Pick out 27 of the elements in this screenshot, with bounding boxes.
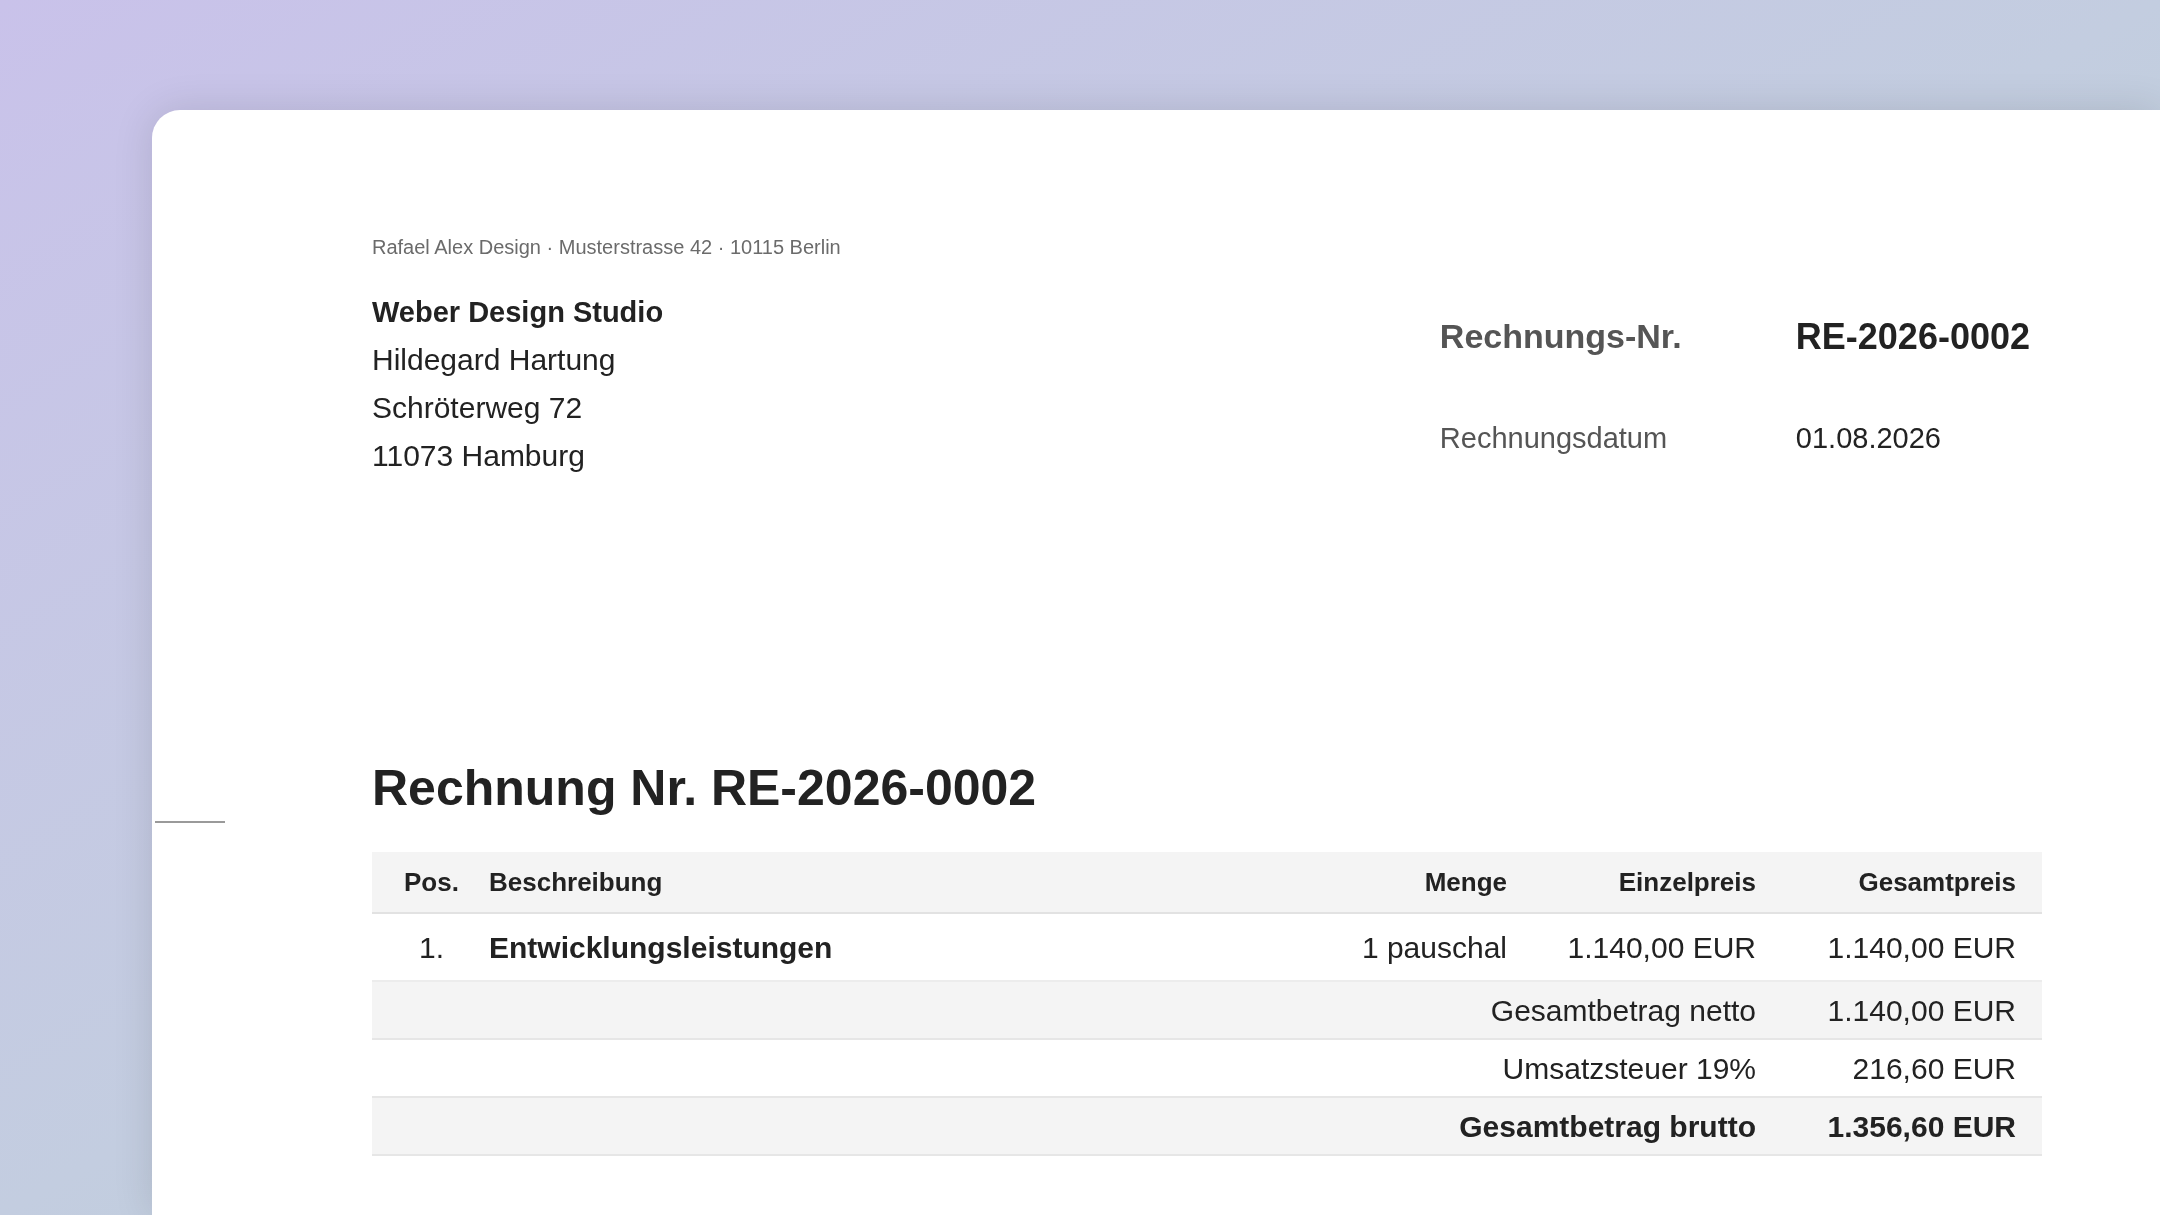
column-header: Beschreibung [489, 865, 664, 899]
meta-value: 01.08.2026 [1795, 420, 1942, 456]
address-line: Schröterweg 72 [372, 390, 584, 426]
table-cell-text: 1.140,00 EUR [1826, 929, 2017, 966]
address-line: Hildegard Hartung [372, 342, 617, 378]
meta-label: Rechnungs-Nr. [1439, 316, 1683, 358]
meta-label: Rechnungsdatum [1439, 420, 1669, 456]
total-label: Umsatzsteuer 19% [1501, 1050, 1757, 1087]
meta-value: RE-2026-0002 [1795, 314, 2030, 359]
invoice-title: Rechnung Nr. RE-2026-0002 [372, 759, 1038, 818]
total-value: 1.140,00 EUR [1826, 992, 2017, 1029]
recipient-company: Weber Design Studio [372, 295, 664, 330]
table-cell-text: 1. [418, 929, 445, 966]
total-label: Gesamtbetrag netto [1489, 992, 1757, 1029]
sender-line: Rafael Alex Design · Musterstrasse 42 · 10115 Berlin [372, 235, 842, 260]
table-cell-text: Entwicklungsleistungen [489, 929, 834, 966]
address-line: 11073 Hamburg [372, 438, 586, 474]
column-header: Einzelpreis [1617, 865, 1757, 899]
table-cell-text: 1.140,00 EUR [1566, 929, 1757, 966]
column-header: Gesamtpreis [1857, 865, 2017, 899]
column-header: Pos. [403, 865, 460, 899]
fold-mark [155, 821, 225, 823]
total-value: 216,60 EUR [1851, 1050, 2017, 1087]
column-header: Menge [1423, 865, 1508, 899]
table-cell-text: 1 pauschal [1360, 929, 1508, 966]
total-label: Gesamtbetrag brutto [1458, 1108, 1757, 1145]
total-value: 1.356,60 EUR [1826, 1108, 2017, 1145]
